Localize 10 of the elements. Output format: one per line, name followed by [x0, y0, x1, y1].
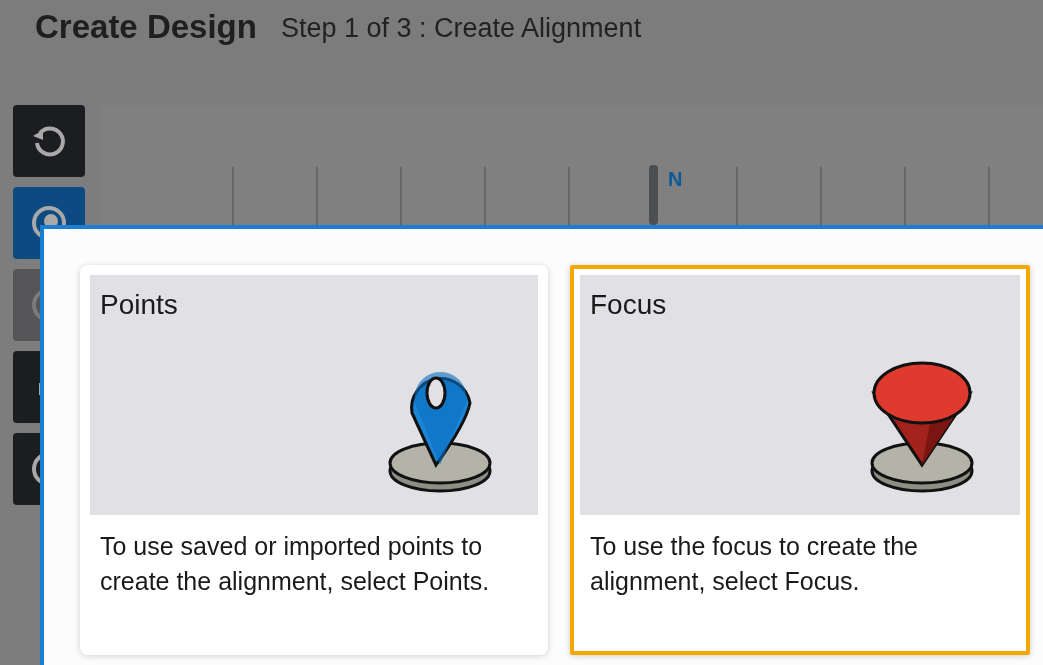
north-label: N: [668, 168, 683, 191]
card-title: Points: [100, 289, 178, 321]
card-description: To use saved or imported points to create the alignment, select Points.: [100, 531, 491, 597]
step-subtitle: Step 1 of 3 : Create Alignment: [280, 13, 642, 44]
option-card[interactable]: Points To use saved or imported points to create the alignment, select Points.: [80, 265, 548, 655]
card-title: Focus: [590, 289, 667, 321]
option-card[interactable]: Focus To use the focus to create the alignment, select Focus.: [570, 265, 1030, 655]
card-description: To use the focus to create the alignment, select Focus.: [590, 531, 919, 597]
tool-button[interactable]: [13, 105, 85, 177]
page-title: Create Design: [35, 8, 257, 46]
